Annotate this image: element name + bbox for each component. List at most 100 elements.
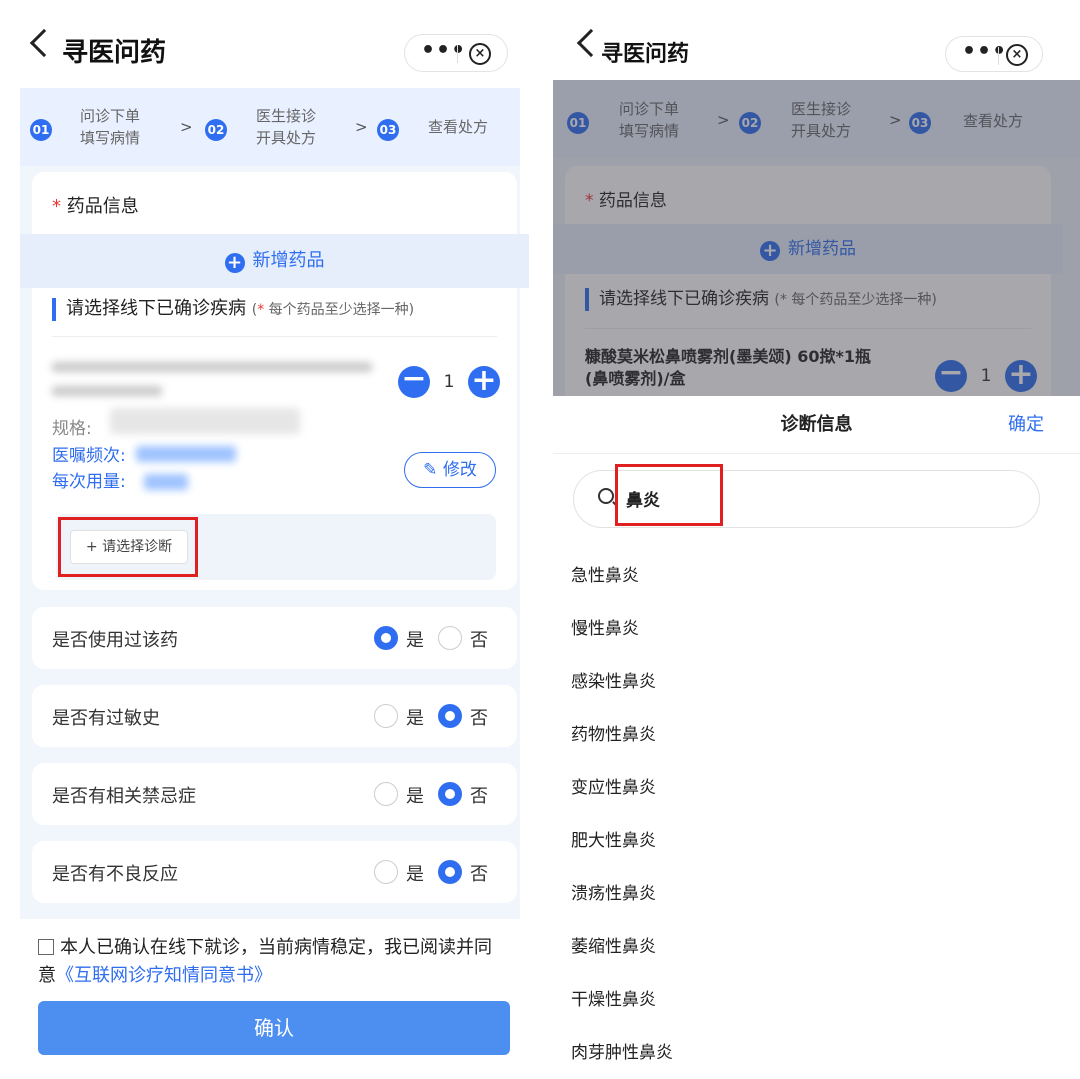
radio-no[interactable] bbox=[438, 626, 462, 650]
question-text: 是否有相关禁忌症 bbox=[52, 786, 196, 807]
quantity-value: 1 bbox=[443, 372, 455, 392]
highlight-box bbox=[615, 464, 723, 526]
radio-yes-label: 是 bbox=[406, 786, 424, 807]
step-arrow-icon: > bbox=[355, 118, 368, 136]
step-arrow-icon: > bbox=[889, 111, 902, 129]
left-screen: 寻医问药 ••• × 01 问诊下单 填写病情 > 02 医生接诊 开具处方 > 0… bbox=[0, 0, 540, 1079]
question-card-used-drug: 是否使用过该药 是 否 bbox=[32, 607, 517, 669]
more-icon[interactable]: ••• bbox=[421, 38, 466, 63]
divider bbox=[52, 336, 497, 337]
drug-name-redacted bbox=[52, 362, 372, 372]
quantity-value: 1 bbox=[980, 366, 992, 386]
question-card-adverse-reaction: 是否有不良反应 是 否 bbox=[32, 841, 517, 903]
divider bbox=[553, 453, 1080, 454]
sheet-confirm-button[interactable]: 确定 bbox=[1008, 410, 1044, 436]
frequency-redacted bbox=[136, 446, 236, 462]
step-2-number: 02 bbox=[205, 119, 227, 141]
more-icon[interactable]: ••• bbox=[962, 39, 1007, 64]
add-drug-button[interactable]: + 新增药品 bbox=[20, 234, 529, 288]
result-item[interactable]: 萎缩性鼻炎 bbox=[571, 932, 656, 957]
search-icon bbox=[598, 488, 614, 504]
right-screen: 寻医问药 ••• × 01 问诊下单 填写病情 > 02 医生接诊 开具处方 > 0… bbox=[553, 0, 1080, 1079]
radio-no-label: 否 bbox=[470, 630, 488, 651]
drug-info-heading: * 药品信息 bbox=[52, 196, 139, 217]
close-icon[interactable]: × bbox=[1006, 44, 1028, 66]
radio-yes[interactable] bbox=[374, 860, 398, 884]
step-2-label: 医生接诊 开具处方 bbox=[791, 100, 852, 140]
radio-yes-label: 是 bbox=[406, 630, 424, 651]
radio-no-label: 否 bbox=[470, 786, 488, 807]
mini-program-capsule: ••• × bbox=[404, 34, 508, 72]
increase-button[interactable]: + bbox=[1005, 360, 1037, 392]
pencil-icon: ✎ bbox=[423, 460, 438, 480]
radio-yes[interactable] bbox=[374, 704, 398, 728]
radio-no[interactable] bbox=[438, 782, 462, 806]
sheet-title: 诊断信息 bbox=[780, 414, 853, 435]
divider bbox=[585, 328, 1031, 329]
radio-no-label: 否 bbox=[470, 708, 488, 729]
step-arrow-icon: > bbox=[180, 118, 193, 136]
result-item[interactable]: 急性鼻炎 bbox=[571, 561, 639, 586]
select-disease-heading: 请选择线下已确诊疾病 (* 每个药品至少选择一种) bbox=[52, 298, 414, 321]
step-1-number: 01 bbox=[567, 112, 589, 134]
decrease-button[interactable]: − bbox=[398, 364, 430, 398]
step-2-label: 医生接诊 开具处方 bbox=[256, 107, 317, 147]
drug-info-card: * 药品信息 + 新增药品 请选择线下已确诊疾病 (* 每个药品至少选择一种) 糠… bbox=[553, 166, 1063, 406]
question-text: 是否有不良反应 bbox=[52, 864, 178, 885]
dose-redacted bbox=[144, 474, 188, 490]
spec-redacted bbox=[110, 408, 300, 434]
select-disease-heading: 请选择线下已确诊疾病 (* 每个药品至少选择一种) bbox=[585, 288, 937, 311]
decrease-button[interactable]: − bbox=[935, 358, 967, 392]
agreement: 本人已确认在线下就诊，当前病情稳定，我已阅读并同意《互联网诊疗知情同意书》 bbox=[38, 934, 508, 990]
result-item[interactable]: 肉芽肿性鼻炎 bbox=[571, 1038, 673, 1063]
nav-bar: 寻医问药 ••• × bbox=[553, 0, 1080, 80]
step-2-number: 02 bbox=[739, 112, 761, 134]
capsule-divider bbox=[457, 45, 458, 63]
result-item[interactable]: 药物性鼻炎 bbox=[571, 720, 656, 745]
question-text: 是否有过敏史 bbox=[52, 708, 160, 729]
increase-button[interactable]: + bbox=[468, 366, 500, 398]
add-circle-icon: + bbox=[760, 241, 780, 261]
question-card-allergy: 是否有过敏史 是 否 bbox=[32, 685, 517, 747]
step-arrow-icon: > bbox=[717, 111, 730, 129]
agreement-checkbox[interactable] bbox=[38, 939, 54, 955]
quantity-stepper: − 1 + bbox=[398, 364, 500, 398]
close-icon[interactable]: × bbox=[469, 43, 491, 65]
radio-yes-label: 是 bbox=[406, 708, 424, 729]
progress-steps: 01 问诊下单 填写病情 > 02 医生接诊 开具处方 > 03 查看处方 bbox=[553, 80, 1080, 158]
radio-yes[interactable] bbox=[374, 626, 398, 650]
back-chevron-icon[interactable] bbox=[29, 28, 59, 58]
capsule-divider bbox=[998, 47, 999, 65]
step-3-number: 03 bbox=[377, 119, 399, 141]
edit-button[interactable]: ✎ 修改 bbox=[404, 452, 496, 488]
radio-no[interactable] bbox=[438, 860, 462, 884]
confirm-button[interactable]: 确认 bbox=[38, 1001, 510, 1055]
drug-name: 糠酸莫米松鼻喷雾剂(墨美颂) 60揿*1瓶 (鼻喷雾剂)/盒 bbox=[585, 347, 871, 388]
result-item[interactable]: 溃疡性鼻炎 bbox=[571, 879, 656, 904]
add-drug-button[interactable]: + 新增药品 bbox=[553, 224, 1063, 274]
consent-link[interactable]: 《互联网诊疗知情同意书》 bbox=[56, 965, 272, 986]
radio-no[interactable] bbox=[438, 704, 462, 728]
result-item[interactable]: 干燥性鼻炎 bbox=[571, 985, 656, 1010]
question-text: 是否使用过该药 bbox=[52, 630, 178, 651]
add-circle-icon: + bbox=[224, 253, 245, 273]
drug-info-heading: * 药品信息 bbox=[585, 191, 667, 211]
result-item[interactable]: 感染性鼻炎 bbox=[571, 667, 656, 692]
step-3-label: 查看处方 bbox=[428, 118, 489, 136]
result-item[interactable]: 变应性鼻炎 bbox=[571, 773, 656, 798]
frequency-label: 医嘱频次: bbox=[52, 446, 126, 466]
step-1-number: 01 bbox=[30, 119, 52, 141]
dose-label: 每次用量: bbox=[52, 472, 126, 492]
highlight-box bbox=[58, 517, 198, 577]
result-item[interactable]: 肥大性鼻炎 bbox=[571, 826, 656, 851]
result-item[interactable]: 慢性鼻炎 bbox=[571, 614, 639, 639]
page-title: 寻医问药 bbox=[601, 42, 690, 67]
step-1-label: 问诊下单 填写病情 bbox=[619, 100, 680, 140]
question-card-contraindication: 是否有相关禁忌症 是 否 bbox=[32, 763, 517, 825]
step-3-label: 查看处方 bbox=[963, 112, 1024, 130]
page-title: 寻医问药 bbox=[62, 38, 167, 68]
progress-steps: 01 问诊下单 填写病情 > 02 医生接诊 开具处方 > 03 查看处方 bbox=[20, 88, 520, 166]
quantity-stepper: − 1 + bbox=[935, 358, 1037, 392]
radio-yes[interactable] bbox=[374, 782, 398, 806]
radio-no-label: 否 bbox=[470, 864, 488, 885]
